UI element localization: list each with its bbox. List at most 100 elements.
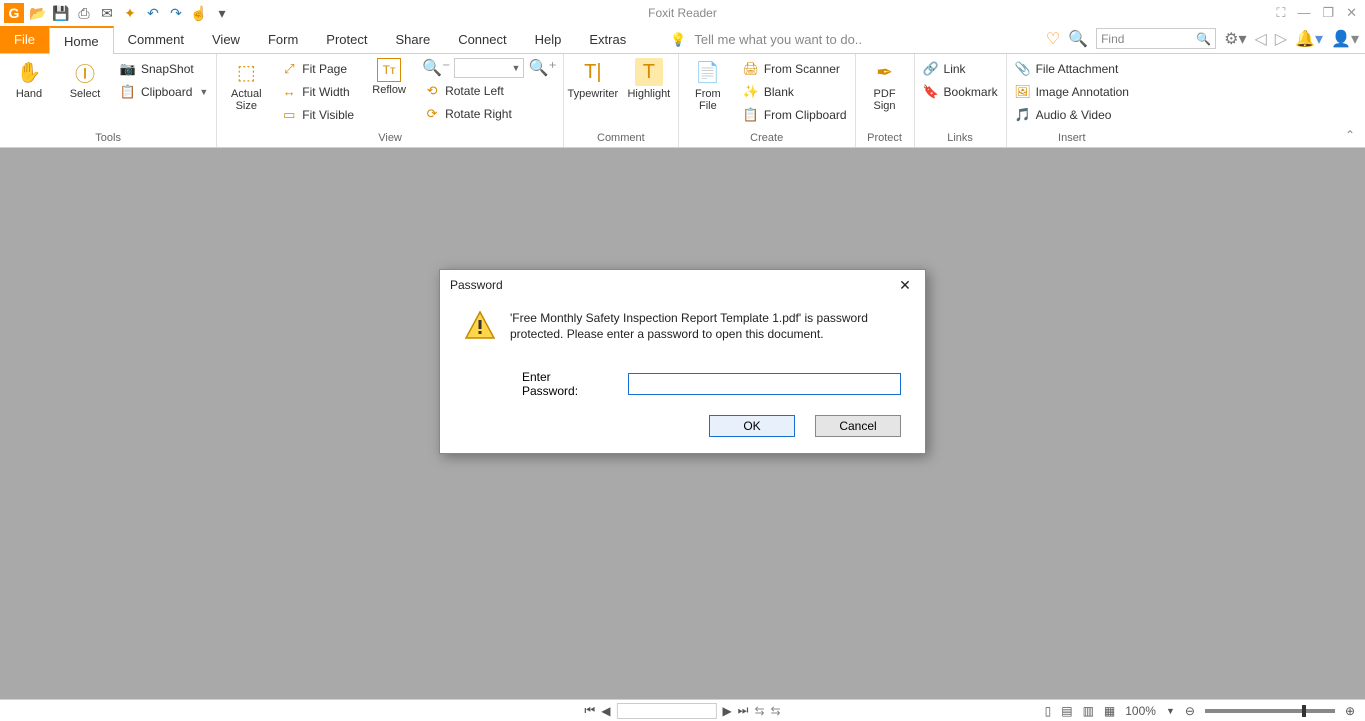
zoom-out-icon[interactable]: 🔍⁻ [422, 58, 450, 78]
tab-protect[interactable]: Protect [312, 26, 381, 53]
from-file-button[interactable]: 📄 From File [685, 56, 731, 112]
reflow-nav-icon[interactable]: ⇆ [754, 704, 764, 718]
pdf-sign-button[interactable]: ✒ PDF Sign [862, 56, 908, 112]
highlight-icon: T [635, 58, 663, 86]
app-title: Foxit Reader [648, 6, 717, 20]
tab-form[interactable]: Form [254, 26, 312, 53]
view-single-icon[interactable]: ▯ [1045, 704, 1052, 718]
close-window-icon[interactable]: ✕ [1346, 5, 1357, 21]
collapse-ribbon-icon[interactable]: ⌃ [1345, 128, 1355, 142]
bulb-icon: 💡 [670, 32, 686, 48]
fit-width-label: Fit Width [302, 85, 349, 99]
tab-extras[interactable]: Extras [575, 26, 640, 53]
mail-icon[interactable]: ✉ [98, 4, 116, 22]
cancel-button[interactable]: Cancel [815, 415, 901, 437]
link-icon: 🔗 [923, 61, 939, 77]
link-button[interactable]: 🔗Link [921, 58, 1000, 79]
file-attachment-button[interactable]: 📎File Attachment [1013, 58, 1131, 79]
fit-page-button[interactable]: ⤢Fit Page [279, 58, 356, 79]
touch-mode-icon[interactable]: ☝ [190, 4, 208, 22]
fit-visible-label: Fit Visible [302, 108, 354, 122]
reflow-button[interactable]: Tᴛ Reflow [366, 56, 412, 96]
next-page-icon[interactable]: ▶ [722, 704, 731, 718]
nav-next-icon[interactable]: ▷ [1275, 29, 1287, 49]
image-annotation-button[interactable]: 🖼Image Annotation [1013, 81, 1131, 102]
zoom-combo[interactable]: ▼ [454, 58, 524, 78]
bookmark-button[interactable]: 🔖Bookmark [921, 81, 1000, 102]
zoom-out-status-icon[interactable]: ⊖ [1185, 704, 1195, 718]
highlight-button[interactable]: T Highlight [626, 56, 672, 100]
group-insert-label: Insert [1013, 130, 1131, 147]
password-input[interactable] [628, 373, 901, 395]
rotate-left-label: Rotate Left [445, 84, 504, 98]
typewriter-button[interactable]: T| Typewriter [570, 56, 616, 100]
gear-icon[interactable]: ⚙▾ [1224, 29, 1246, 49]
warning-icon [464, 310, 496, 342]
snapshot-button[interactable]: 📷SnapShot [118, 58, 210, 79]
tab-connect[interactable]: Connect [444, 26, 520, 53]
zoom-in-status-icon[interactable]: ⊕ [1345, 704, 1355, 718]
heart-icon[interactable]: ♡ [1046, 29, 1060, 49]
rotate-right-button[interactable]: ⟳Rotate Right [422, 103, 557, 124]
nav-prev-icon[interactable]: ◁ [1254, 29, 1266, 49]
page-input[interactable] [616, 703, 716, 719]
dialog-title: Password [450, 278, 503, 292]
redo-icon[interactable]: ↷ [167, 4, 185, 22]
blank-icon: ✨ [743, 84, 759, 100]
select-button[interactable]: Ⓘ Select [62, 56, 108, 100]
close-icon[interactable]: ✕ [893, 273, 917, 297]
from-file-icon: 📄 [694, 58, 722, 86]
group-view: ⬚ Actual Size ⤢Fit Page ↔ Fit Width ▭Fit … [217, 54, 564, 147]
zoom-slider-thumb[interactable] [1302, 705, 1306, 717]
minimize-icon[interactable]: ― [1297, 5, 1310, 21]
reflow-nav2-icon[interactable]: ⇆ [771, 704, 781, 718]
hand-button[interactable]: ✋ Hand [6, 56, 52, 100]
tab-comment[interactable]: Comment [114, 26, 198, 53]
fit-width-button[interactable]: ↔ Fit Width [279, 81, 356, 102]
audio-video-button[interactable]: 🎵Audio & Video [1013, 104, 1131, 125]
bell-icon[interactable]: 🔔▾ [1295, 29, 1323, 49]
maximize-icon[interactable]: ❐ [1322, 5, 1334, 21]
find-folder-icon[interactable]: 🔍 [1068, 29, 1088, 49]
zoom-dropdown-icon[interactable]: ▼ [1166, 706, 1175, 716]
tab-help[interactable]: Help [521, 26, 576, 53]
tell-me-placeholder: Tell me what you want to do.. [694, 32, 862, 47]
ok-button[interactable]: OK [709, 415, 795, 437]
user-icon[interactable]: 👤▾ [1331, 29, 1359, 49]
new-icon[interactable]: ✦ [121, 4, 139, 22]
clipboard-button[interactable]: 📋Clipboard▼ [118, 81, 210, 102]
actual-size-button[interactable]: ⬚ Actual Size [223, 56, 269, 112]
qat-dropdown-icon[interactable]: ▾ [213, 4, 231, 22]
search-input[interactable]: Find 🔍 [1096, 28, 1216, 49]
tab-file[interactable]: File [0, 26, 49, 53]
print-icon[interactable]: ⎙ [75, 4, 93, 22]
prev-page-icon[interactable]: ◀ [601, 704, 610, 718]
first-page-icon[interactable]: ⏮ [584, 703, 595, 718]
view-continuous-facing-icon[interactable]: ▦ [1104, 704, 1115, 718]
pdf-sign-icon: ✒ [871, 58, 899, 86]
file-attachment-label: File Attachment [1036, 62, 1119, 76]
undo-icon[interactable]: ↶ [144, 4, 162, 22]
zoom-slider[interactable] [1205, 709, 1335, 713]
blank-button[interactable]: ✨Blank [741, 81, 849, 102]
from-scanner-button[interactable]: 🖨From Scanner [741, 58, 849, 79]
rotate-right-label: Rotate Right [445, 107, 512, 121]
tab-view[interactable]: View [198, 26, 254, 53]
tab-home[interactable]: Home [49, 26, 114, 54]
fullscreen-icon[interactable]: ⛶ [1276, 5, 1285, 21]
fit-visible-button[interactable]: ▭Fit Visible [279, 104, 356, 125]
view-continuous-icon[interactable]: ▤ [1061, 704, 1072, 718]
bookmark-icon: 🔖 [923, 84, 939, 100]
last-page-icon[interactable]: ⏭ [738, 703, 749, 718]
snapshot-label: SnapShot [141, 62, 194, 76]
view-facing-icon[interactable]: ▥ [1083, 704, 1094, 718]
tell-me[interactable]: 💡 Tell me what you want to do.. [670, 26, 862, 53]
rotate-left-button[interactable]: ⟲Rotate Left [422, 80, 557, 101]
zoom-in-icon[interactable]: 🔍⁺ [528, 58, 556, 78]
save-icon[interactable]: 💾 [52, 4, 70, 22]
fit-width-icon: ↔ [281, 84, 297, 100]
from-clipboard-button[interactable]: 📋From Clipboard [741, 104, 849, 125]
open-icon[interactable]: 📂 [29, 4, 47, 22]
search-icon[interactable]: 🔍 [1196, 32, 1211, 46]
tab-share[interactable]: Share [381, 26, 444, 53]
